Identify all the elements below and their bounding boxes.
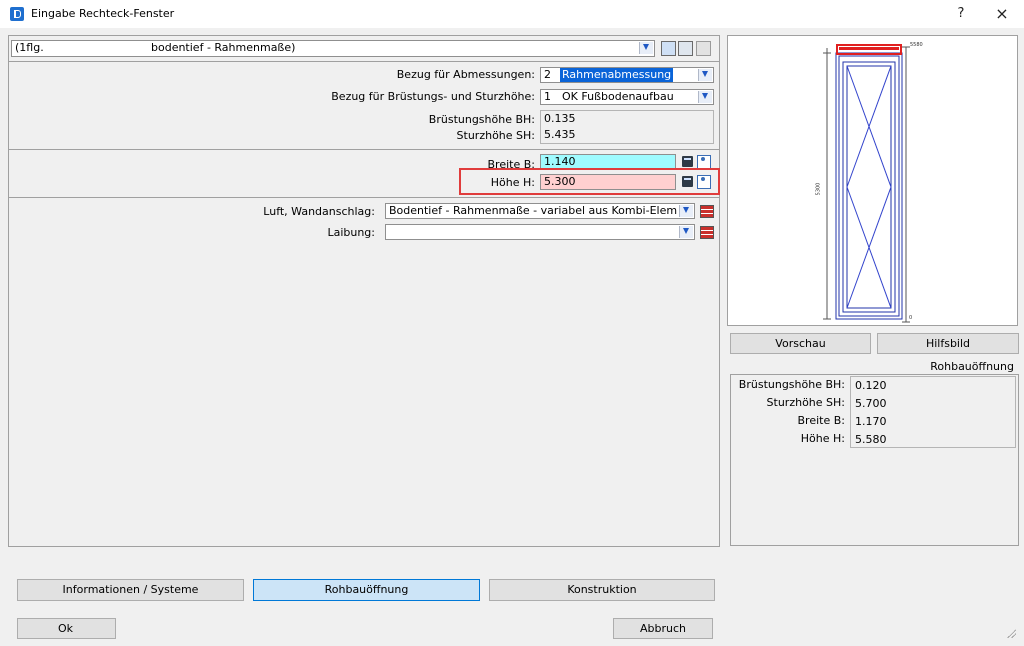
rohbau-bh-label: Brüstungshöhe BH:: [738, 378, 845, 391]
tab-konstruktion[interactable]: Konstruktion: [489, 579, 715, 601]
bezug-abmessungen-value: Rahmenabmessung: [560, 68, 674, 82]
rohbau-b-label: Breite B:: [797, 414, 845, 427]
calculator-icon[interactable]: [682, 176, 693, 187]
preview-canvas: 5580 0 5300: [727, 35, 1018, 326]
person-icon[interactable]: [697, 175, 711, 189]
bruestungshoehe-label: Brüstungshöhe BH:: [428, 113, 535, 126]
chevron-down-icon[interactable]: [698, 69, 712, 81]
bruestungshoehe-value: 0.135: [544, 112, 576, 125]
sturzhoehe-value: 5.435: [544, 128, 576, 141]
separator: [9, 61, 719, 62]
bezug-bruestung-value: OK Fußbodenaufbau: [562, 90, 674, 103]
vorschau-button[interactable]: Vorschau: [730, 333, 871, 354]
chevron-down-icon[interactable]: [698, 91, 712, 103]
tab-informationen[interactable]: Informationen / Systeme: [17, 579, 244, 601]
bruestung-sturz-readonly: 0.135 5.435: [540, 110, 714, 144]
app-icon: [10, 7, 24, 21]
chevron-down-icon[interactable]: [679, 226, 693, 238]
rohbau-heading: Rohbauöffnung: [930, 360, 1014, 373]
rohbau-h-label: Höhe H:: [800, 432, 845, 445]
rohbau-sh-value: 5.700: [855, 397, 887, 410]
separator: [9, 197, 719, 198]
calculator-icon[interactable]: [682, 156, 693, 167]
grid-icon[interactable]: [700, 205, 714, 218]
save-icon[interactable]: [661, 41, 676, 56]
luft-value: Bodentief - Rahmenmaße - variabel aus Ko…: [389, 204, 678, 217]
hoehe-input[interactable]: 5.300: [540, 174, 676, 190]
window-type-value: bodentief - Rahmenmaße): [151, 41, 296, 54]
tree-icon[interactable]: [678, 41, 693, 56]
window-title: Eingabe Rechteck-Fenster: [31, 7, 175, 20]
bezug-abmessungen-label: Bezug für Abmessungen:: [396, 68, 535, 81]
sturzhoehe-label: Sturzhöhe SH:: [456, 129, 535, 142]
rohbau-b-value: 1.170: [855, 415, 887, 428]
person-icon[interactable]: [697, 155, 711, 169]
bezug-bruestung-num: 1: [544, 90, 551, 103]
bezug-bruestung-label: Bezug für Brüstungs- und Sturzhöhe:: [331, 90, 535, 103]
abbruch-button[interactable]: Abbruch: [613, 618, 713, 639]
luft-select[interactable]: Bodentief - Rahmenmaße - variabel aus Ko…: [385, 203, 695, 219]
resize-grip-icon[interactable]: [1006, 628, 1016, 638]
copy-icon[interactable]: [696, 41, 711, 56]
dim-top-label: 5580: [910, 42, 923, 48]
chevron-down-icon[interactable]: [679, 205, 693, 217]
hoehe-label: Höhe H:: [490, 176, 535, 189]
bezug-bruestung-select[interactable]: 1 OK Fußbodenaufbau: [540, 89, 714, 105]
grid-icon[interactable]: [700, 226, 714, 239]
luft-label: Luft, Wandanschlag:: [263, 205, 375, 218]
window-drawing: [823, 44, 910, 323]
laibung-select[interactable]: [385, 224, 695, 240]
tab-rohbauoeffnung[interactable]: Rohbauöffnung: [253, 579, 480, 601]
bezug-abmessungen-select[interactable]: 2 Rahmenabmessung: [540, 67, 714, 83]
dim-bottom-label: 0: [909, 315, 913, 321]
close-button[interactable]: ×: [990, 4, 1014, 24]
chevron-down-icon[interactable]: [639, 42, 653, 54]
rohbau-h-value: 5.580: [855, 433, 887, 446]
ok-button[interactable]: Ok: [17, 618, 116, 639]
laibung-label: Laibung:: [327, 226, 375, 239]
window-type-prefix: (1flg.: [15, 41, 44, 54]
help-button[interactable]: ?: [949, 4, 973, 24]
rohbau-bh-value: 0.120: [855, 379, 887, 392]
title-bar: Eingabe Rechteck-Fenster ? ×: [0, 0, 1024, 28]
rohbau-sh-label: Sturzhöhe SH:: [766, 396, 845, 409]
bezug-abmessungen-num: 2: [544, 68, 551, 81]
hilfsbild-button[interactable]: Hilfsbild: [877, 333, 1019, 354]
window-type-select[interactable]: (1flg. bodentief - Rahmenmaße): [11, 40, 655, 57]
dim-side-label: 5300: [815, 182, 822, 196]
separator: [9, 149, 719, 150]
rohbau-values-box: 0.120 5.700 1.170 5.580: [850, 376, 1016, 448]
